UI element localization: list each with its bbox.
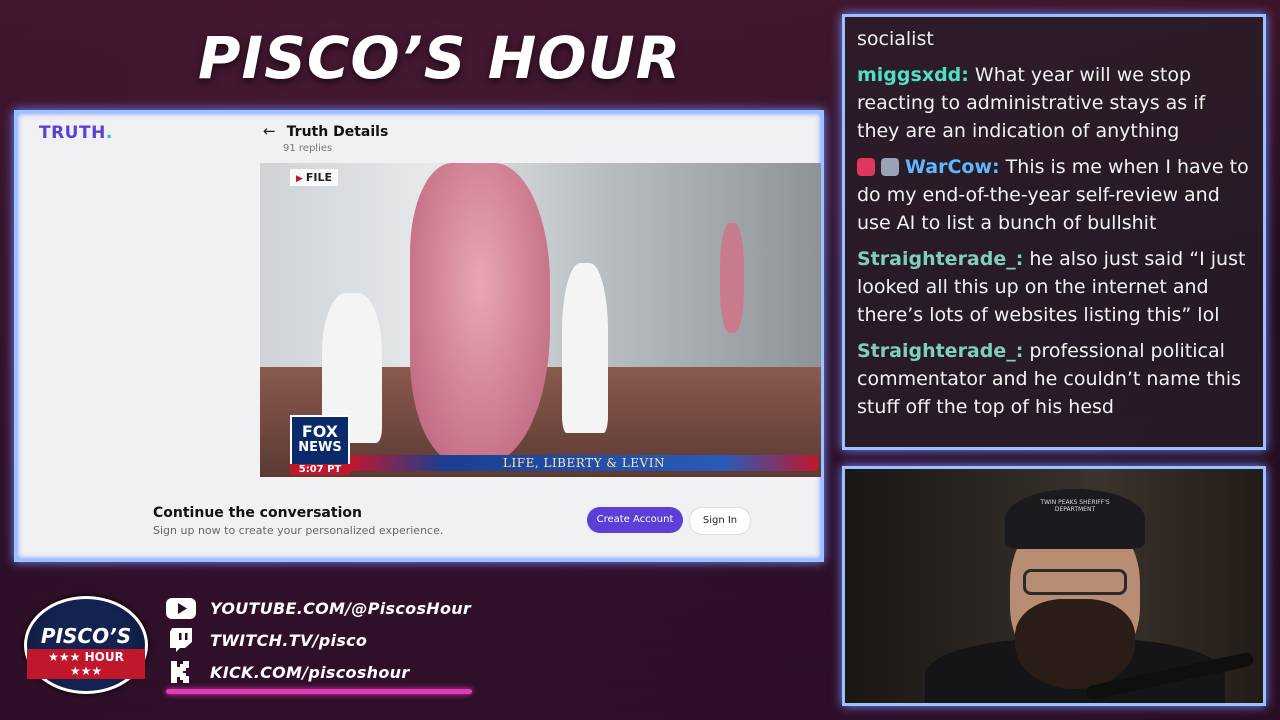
chat-message: WarCow: This is me when I have to do my … <box>857 153 1251 237</box>
streamer-glasses <box>1023 569 1127 595</box>
chyron: LIFE, LIBERTY & LEVIN <box>350 455 818 471</box>
signup-prompt: Continue the conversation Sign up now to… <box>153 505 443 537</box>
chat-panel: socialist miggsxdd: What year will we st… <box>842 14 1266 450</box>
chat-text: socialist <box>857 28 934 50</box>
file-tag: ▶ FILE <box>290 169 339 186</box>
chat-username: Straighterade_: <box>857 340 1024 362</box>
accent-bar <box>166 689 472 694</box>
video-carcass <box>410 163 550 463</box>
chat-username: Straighterade_: <box>857 248 1024 270</box>
show-title: PISCO’S HOUR <box>198 24 682 92</box>
social-row-youtube[interactable]: YOUTUBE.COM/@PiscosHour <box>166 592 471 624</box>
chat-message: miggsxdd: What year will we stop reactin… <box>857 61 1251 145</box>
cow-badge-icon <box>881 158 899 176</box>
streamer-beard <box>1015 599 1135 689</box>
replies-count: 91 replies <box>283 143 333 154</box>
play-triangle-icon: ▶ <box>296 174 303 184</box>
social-link-text[interactable]: YOUTUBE.COM/@PiscosHour <box>210 599 471 618</box>
chat-message: socialist <box>857 25 1251 53</box>
chat-message: Straighterade_: professional political c… <box>857 337 1251 421</box>
video-player[interactable]: ▶ FILE FOX NEWS 5:07 PT LIFE, LIBERTY & L… <box>260 163 821 477</box>
social-links: YOUTUBE.COM/@PiscosHour TWITCH.TV/pisco … <box>166 592 471 688</box>
chat-username: miggsxdd: <box>857 64 969 86</box>
cap-text: TWIN PEAKS SHERIFF'S DEPARTMENT <box>1040 499 1110 513</box>
post-title: Truth Details <box>286 124 389 140</box>
youtube-icon <box>166 597 196 619</box>
webcam-feed: TWIN PEAKS SHERIFF'S DEPARTMENT <box>842 466 1266 706</box>
social-link-text[interactable]: KICK.COM/piscoshour <box>210 663 410 682</box>
browser-capture: TRUTH. ← Truth Details 91 replies ▶ FILE … <box>14 110 824 562</box>
social-link-text[interactable]: TWITCH.TV/pisco <box>210 631 367 650</box>
video-carcass-distant <box>720 223 744 333</box>
cta-subtitle: Sign up now to create your personalized … <box>153 524 444 537</box>
pisco-logo: PISCO’S ★★★ HOUR ★★★ <box>24 596 148 694</box>
chat-message: Straighterade_: he also just said “I jus… <box>857 245 1251 329</box>
subscriber-badge-icon <box>857 158 875 176</box>
network-bug: FOX NEWS 5:07 PT <box>290 415 350 475</box>
streamer-cap <box>1005 489 1145 549</box>
sign-in-button[interactable]: Sign In <box>689 507 751 535</box>
cta-title: Continue the conversation <box>153 505 362 521</box>
create-account-button[interactable]: Create Account <box>587 507 683 533</box>
broadcast-time: 5:07 PT <box>290 464 350 475</box>
kick-icon <box>166 661 196 683</box>
post-header: ← Truth Details 91 replies <box>263 121 389 154</box>
twitch-icon <box>166 628 196 652</box>
truth-logo[interactable]: TRUTH. <box>39 123 113 143</box>
social-row-twitch[interactable]: TWITCH.TV/pisco <box>166 624 471 656</box>
arrow-left-icon[interactable]: ← <box>263 122 276 140</box>
social-row-kick[interactable]: KICK.COM/piscoshour <box>166 656 471 688</box>
chat-username: WarCow: <box>905 156 1000 178</box>
video-worker-right <box>562 263 608 433</box>
